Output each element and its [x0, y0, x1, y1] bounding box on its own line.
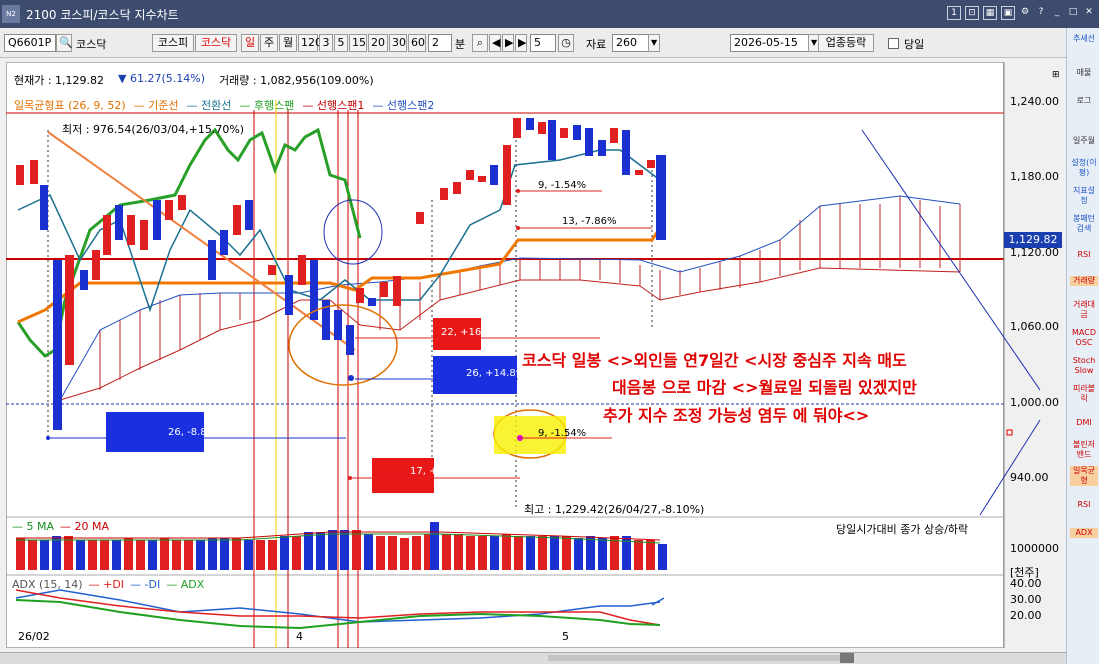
circle-low: [288, 304, 398, 386]
scrollbar[interactable]: [548, 655, 848, 661]
sidebar-period[interactable]: 일주월: [1070, 136, 1098, 146]
sidebar-macd[interactable]: MACD OSC: [1070, 328, 1098, 348]
sidebar-volume[interactable]: 거래량: [1070, 276, 1098, 286]
adx-legend-adx-label: ADX: [180, 578, 205, 591]
box-label-5: 9, -1.54%: [538, 180, 587, 191]
vol-legend-5ma: — 5 MA: [12, 520, 55, 533]
date-label-apr: 4: [296, 630, 303, 643]
adx-legend-title: ADX (15, 14): [12, 578, 83, 591]
box-label-4: 17, +17.70%: [410, 466, 476, 477]
box-label-6: 9, -1.54%: [538, 428, 587, 439]
sidebar-indicator-settings[interactable]: 지표설정: [1070, 186, 1098, 206]
sidebar-log[interactable]: 로그: [1070, 96, 1098, 106]
trendline-down: [47, 131, 356, 351]
vol-legend-20ma: — 20 MA: [60, 520, 110, 533]
sidebar-ma-settings[interactable]: 설정(이평): [1070, 158, 1098, 178]
adx-legend-adx: — ADX: [166, 578, 205, 591]
sidebar-ichimoku[interactable]: 일목균형: [1070, 466, 1098, 486]
box-label-2: 22, +16.49%: [441, 327, 507, 338]
indicator-sidebar: 추세선 매물 로그 일주월 설정(이평) 지표설정 봉패턴검색 RSI 거래량 …: [1066, 28, 1099, 664]
y-tick-1000: 1,000.00: [1010, 396, 1059, 409]
volume-bars: [16, 522, 667, 570]
adx-legend-pdi: — +DI: [88, 578, 125, 591]
sidebar-volume-profile[interactable]: 매물: [1070, 68, 1098, 78]
adx-legend-pdi-label: +DI: [103, 578, 125, 591]
sidebar-adx[interactable]: ADX: [1070, 528, 1098, 538]
adx-tick-40: 40.00: [1010, 577, 1042, 590]
minus-di-tail: [651, 597, 665, 606]
date-label-feb: 26/02: [18, 630, 50, 643]
sidebar-stoch[interactable]: Stoch Slow: [1070, 356, 1098, 376]
range-dot-blue-2: [348, 375, 354, 381]
y-tick-940: 940.00: [1010, 471, 1049, 484]
adx-tick-30: 30.00: [1010, 593, 1042, 606]
sidebar-pattern-search[interactable]: 봉패턴검색: [1070, 214, 1098, 234]
sidebar-rsi-1[interactable]: RSI: [1070, 250, 1098, 260]
main-chart-svg: [6, 62, 1041, 648]
sidebar-parabolic[interactable]: 피라볼릭: [1070, 384, 1098, 404]
adx-legend: ADX (15, 14) — +DI — -DI — ADX: [12, 578, 204, 591]
volume-legend: — 5 MA — 20 MA: [12, 520, 109, 533]
box-label-7: 13, -7.86%: [562, 216, 617, 227]
adx-tick-20: 20.00: [1010, 609, 1042, 622]
box-label-1: 26, -8.87%: [168, 427, 223, 438]
y-tick-1060: 1,060.00: [1010, 320, 1059, 333]
marker-square: [1006, 429, 1013, 436]
low-label: 최저 : 976.54(26/03/04,+15.70%): [62, 123, 245, 136]
sidebar-trendline[interactable]: 추세선: [1070, 34, 1098, 44]
y-tick-1240: 1,240.00: [1010, 95, 1059, 108]
candlesticks: [16, 118, 666, 430]
vol-legend-20ma-label: 20 MA: [74, 520, 110, 533]
range-dot-blue-1: [46, 436, 50, 440]
annotation-line-2: 대음봉 으로 마감 <>월료일 되돌림 있겠지만: [612, 378, 917, 397]
scroll-thumb[interactable]: [840, 653, 854, 663]
current-price-marker: 1,129.82: [1004, 232, 1062, 248]
sidebar-trade-value[interactable]: 거래대금: [1070, 300, 1098, 320]
sidebar-dmi[interactable]: DMI: [1070, 418, 1098, 428]
trendline-right-2: [979, 419, 1041, 516]
y-tick-1180: 1,180.00: [1010, 170, 1059, 183]
status-bar: [0, 652, 1066, 664]
high-label: 최고 : 1,229.42(26/04/27,-8.10%): [524, 503, 705, 516]
volume-tick: 1000000: [1010, 542, 1059, 555]
date-label-may: 5: [562, 630, 569, 643]
adx-legend-mdi-label: -DI: [144, 578, 161, 591]
vol-legend-5ma-label: 5 MA: [26, 520, 55, 533]
annotation-line-1: 코스닥 일봉 <>외인들 연7일간 <시장 중심주 지속 매도: [522, 351, 907, 370]
annotation-line-3: 추가 지수 조정 가능성 염두 에 둬야<>: [603, 406, 870, 425]
sidebar-bollinger[interactable]: 볼린저밴드: [1070, 440, 1098, 460]
adx-legend-mdi: — -DI: [130, 578, 161, 591]
sidebar-rsi-2[interactable]: RSI: [1070, 500, 1098, 510]
volume-note: 당일시가대비 종가 상승/하락: [836, 523, 969, 536]
